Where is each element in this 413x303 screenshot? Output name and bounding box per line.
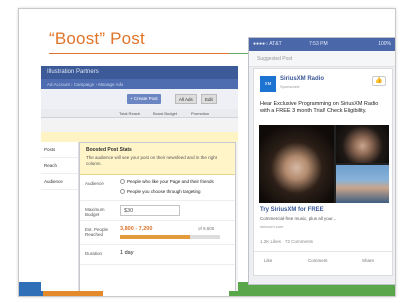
duration-row: Duration 1 day: [80, 245, 235, 265]
reach-bar-fill: [120, 235, 190, 239]
cta-title[interactable]: Try SiriusXM for FREE: [260, 207, 324, 213]
clock-label: 7:53 PM: [309, 41, 328, 47]
reach-max: of 9,600: [198, 226, 215, 231]
cta-domain: siriusxm.com: [260, 224, 284, 229]
sponsored-label: Sponsored: [280, 84, 300, 89]
photo-panel-1: [259, 125, 334, 203]
popup-heading: Boosted Post Stats: [86, 147, 132, 153]
reach-value: 3,800 - 7,200: [120, 226, 153, 232]
like-button[interactable]: Like: [264, 258, 272, 263]
col-total-reach: Total Reach: [119, 111, 141, 116]
audience-option-2[interactable]: People you choose through targeting: [120, 189, 201, 195]
page-manager-screenshot: Illustration Partners Ad Account › Campa…: [41, 66, 238, 291]
photo-panel-2: [336, 125, 389, 163]
slide: “Boost” Post Illustration Partners Ad Ac…: [18, 8, 396, 297]
post-actions: Like Comment Share: [254, 251, 394, 269]
toolbar: + Create Post All Ads Edit: [41, 89, 238, 109]
boost-popup: Boosted Post Stats The audience will see…: [79, 142, 236, 291]
reach-bar-track: [190, 235, 220, 239]
popup-description: The audience will see your post on their…: [86, 155, 217, 166]
left-sidebar: Posts Reach Audience: [41, 142, 79, 291]
sidebar-item-audience[interactable]: Audience: [41, 174, 78, 190]
table-header: Total Reach Boost Budget Promotion: [41, 109, 238, 118]
title-rule: [49, 53, 229, 54]
budget-label: Maximum Budget: [85, 207, 105, 217]
engagement-counts[interactable]: 1.2K Likes · 72 Comments: [260, 239, 313, 244]
sidebar-item-reach[interactable]: Reach: [41, 158, 78, 174]
battery-label: 100%: [378, 41, 391, 47]
highlighted-row: [41, 132, 238, 142]
duration-select[interactable]: 1 day: [120, 250, 133, 256]
page-avatar[interactable]: XM: [260, 76, 276, 92]
popup-header: Boosted Post Stats The audience will see…: [80, 143, 235, 175]
audience-option-1[interactable]: People who like your Page and their frie…: [120, 179, 214, 185]
like-page-icon[interactable]: 👍: [372, 76, 386, 86]
duration-label: Duration: [85, 251, 103, 256]
col-boost-budget: Boost Budget: [153, 111, 178, 116]
reach-row: Est. People Reached 3,800 - 7,200 of 9,6…: [80, 221, 235, 245]
presentation-stage: “Boost” Post Illustration Partners Ad Ac…: [0, 0, 413, 303]
post-photo[interactable]: [259, 125, 389, 203]
app-title: Illustration Partners: [41, 66, 238, 79]
comment-button[interactable]: Comment: [308, 258, 328, 263]
radio-icon: [120, 189, 125, 195]
carrier-label: ●●●●○ AT&T: [253, 41, 282, 47]
reach-label: Est. People Reached: [85, 227, 109, 237]
share-button[interactable]: Share: [362, 258, 374, 263]
audience-option-1-label: People who like your Page and their frie…: [127, 179, 214, 184]
suggested-post-label: Suggested Post: [249, 51, 395, 67]
post-text: Hear Exclusive Programming on SiriusXM R…: [260, 101, 379, 114]
budget-row: Maximum Budget $30: [80, 201, 235, 221]
sidebar-item-posts[interactable]: Posts: [41, 142, 78, 158]
filter-all-button[interactable]: All Ads: [175, 94, 197, 104]
slide-title: “Boost” Post: [49, 29, 145, 48]
breadcrumb: Ad Account › Campaign › Manage Ads: [41, 79, 238, 89]
cta-text: Commercial-free music, plus all your...: [260, 216, 337, 221]
col-promotion: Promotion: [191, 111, 210, 116]
audience-option-2-label: People you choose through targeting: [127, 189, 201, 194]
photo-panel-3: [336, 165, 389, 203]
budget-select[interactable]: $30: [120, 205, 180, 216]
phone-screenshot: ●●●●○ AT&T 7:53 PM 100% Suggested Post X…: [248, 37, 395, 285]
page-name[interactable]: SiriusXM Radio: [280, 76, 324, 82]
filter-edit-button[interactable]: Edit: [201, 94, 217, 104]
create-post-button[interactable]: + Create Post: [127, 94, 161, 104]
radio-icon: [120, 179, 125, 185]
post-card: XM SiriusXM Radio Sponsored 👍 Hear Exclu…: [253, 68, 394, 276]
audience-row: Audience People who like your Page and t…: [80, 175, 235, 201]
status-bar: ●●●●○ AT&T 7:53 PM 100%: [249, 38, 395, 51]
audience-label: Audience: [85, 181, 104, 186]
